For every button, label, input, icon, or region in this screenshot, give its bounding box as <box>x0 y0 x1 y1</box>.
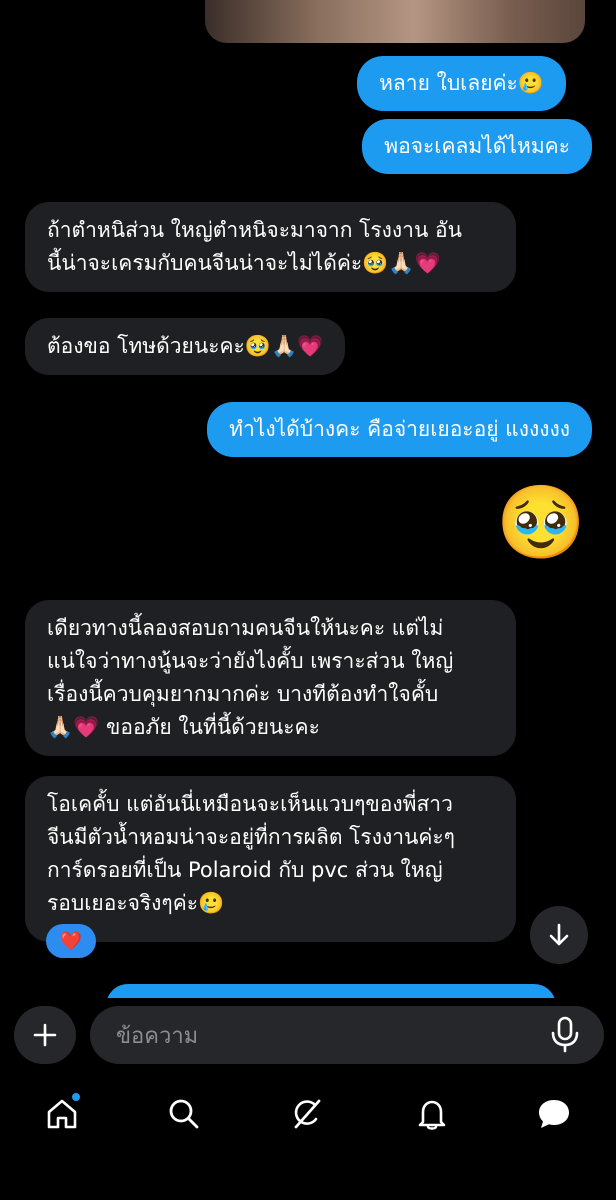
search-icon <box>169 1099 199 1129</box>
message-input[interactable]: ข้อความ <box>90 1006 604 1064</box>
nav-messages[interactable] <box>534 1094 574 1134</box>
message-line: รอบเยอะจริงๆค่ะ🥲 <box>47 891 225 915</box>
message-text: หลาย ใบเลยค่ะ🥲 <box>379 71 544 95</box>
grok-slash-icon <box>294 1099 321 1129</box>
message-line: แน่ใจว่าทางนู้นจะว่ายังไงคั้บ เพราะส่วน … <box>47 649 454 673</box>
microphone-icon <box>551 1016 579 1053</box>
message-text: พอจะเคลมได้ไหมคะ <box>384 134 570 158</box>
message-line: จีนมีตัวน้ำหอมน่าจะอยู่ที่การผลิต โรงงาน… <box>47 825 455 849</box>
message-line: เรื่องนี้ควบคุมยากมากค่ะ บางทีต้องทำใจคั… <box>47 682 439 706</box>
home-icon <box>47 1099 77 1129</box>
notification-dot <box>72 1093 80 1101</box>
scroll-to-bottom-button[interactable] <box>530 906 588 964</box>
message-line: ถ้าตำหนิส่วน ใหญ่ตำหนิจะมาจาก โรงงาน อัน <box>47 218 462 242</box>
message-line: โอเคคั้บ แต่อันนี่เหมือนจะเห็นแวบๆของพี่… <box>47 792 453 816</box>
message-incoming[interactable]: เดียวทางนี้ลองสอบถามคนจีนให้นะคะ แต่ไม่ … <box>25 600 516 756</box>
add-attachment-button[interactable] <box>14 1006 76 1064</box>
nav-grok[interactable] <box>286 1094 326 1134</box>
message-incoming[interactable]: ต้องขอ โทษด้วยนะคะ🥹🙏🏻💗 <box>25 318 346 375</box>
message-outgoing[interactable]: ทำไงได้บ้างคะ คือจ่ายเยอะอยู่ แงงงงง <box>207 402 592 457</box>
nav-notifications[interactable] <box>412 1094 452 1134</box>
message-outgoing[interactable]: พอจะเคลมได้ไหมคะ <box>362 119 592 174</box>
plus-icon <box>33 1023 57 1047</box>
reaction-emoji: ❤️ <box>59 930 83 952</box>
message-text: ทำไงได้บ้างคะ คือจ่ายเยอะอยู่ แงงงงง <box>229 417 570 441</box>
messages-icon <box>539 1100 569 1128</box>
message-incoming[interactable]: ถ้าตำหนิส่วน ใหญ่ตำหนิจะมาจาก โรงงาน อัน… <box>25 202 516 292</box>
message-line: 🙏🏻💗 ขออภัย ในที่นี้ด้วยนะคะ <box>47 715 320 739</box>
heart-reaction[interactable]: ❤️ <box>46 924 96 958</box>
bell-icon <box>418 1100 446 1130</box>
message-line: นี้น่าจะเครมกับคนจีนน่าจะไม่ได้ค่ะ🥹🙏🏻💗 <box>47 251 441 275</box>
message-text: ต้องขอ โทษด้วยนะคะ🥹🙏🏻💗 <box>47 334 324 358</box>
message-line: เดียวทางนี้ลองสอบถามคนจีนให้นะคะ แต่ไม่ <box>47 616 444 640</box>
message-outgoing[interactable]: หลาย ใบเลยค่ะ🥲 <box>357 56 566 111</box>
shared-photo[interactable] <box>205 0 585 43</box>
message-input-placeholder: ข้อความ <box>116 1023 199 1049</box>
microphone-button[interactable] <box>548 1016 582 1058</box>
message-incoming[interactable]: โอเคคั้บ แต่อันนี่เหมือนจะเห็นแวบๆของพี่… <box>25 776 516 942</box>
message-line: การ์ดรอยที่เป็น Polaroid กับ pvc ส่วน ให… <box>47 858 443 882</box>
emoji-message[interactable]: 🥹 <box>496 482 586 562</box>
arrow-down-icon <box>549 923 569 946</box>
nav-search[interactable] <box>164 1094 204 1134</box>
